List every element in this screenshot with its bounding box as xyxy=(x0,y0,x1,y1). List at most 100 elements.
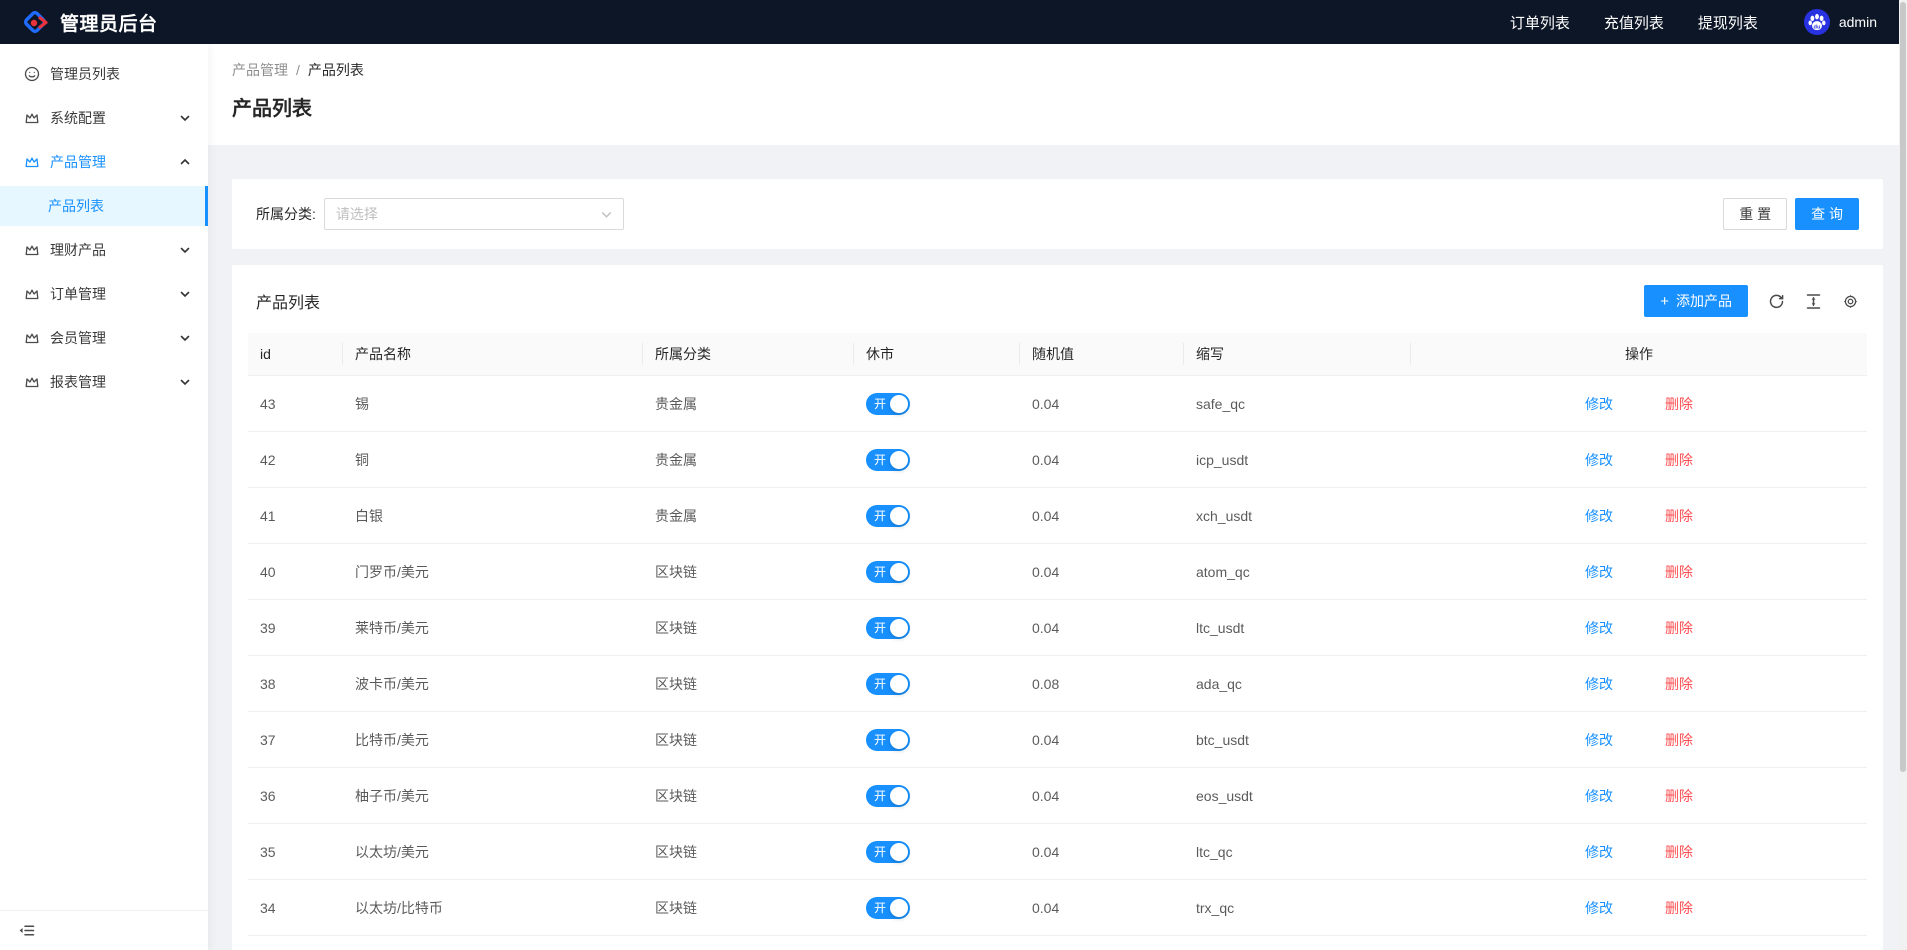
cell-abbr: safe_qc xyxy=(1184,375,1411,432)
delete-link[interactable]: 删除 xyxy=(1665,732,1693,748)
market-switch[interactable]: 开 xyxy=(866,616,910,639)
market-switch[interactable]: 开 xyxy=(866,840,910,863)
delete-link[interactable]: 删除 xyxy=(1665,452,1693,468)
topnav-recharge-list[interactable]: 充值列表 xyxy=(1604,8,1664,37)
sidebar-item-label: 订单管理 xyxy=(50,286,106,302)
crown-icon xyxy=(24,242,40,258)
delete-link[interactable]: 删除 xyxy=(1665,564,1693,580)
delete-link[interactable]: 删除 xyxy=(1665,900,1693,916)
sidebar-item-admin-list[interactable]: 管理员列表 xyxy=(0,54,208,94)
add-product-label: 添加产品 xyxy=(1676,293,1732,309)
topnav-order-list[interactable]: 订单列表 xyxy=(1510,8,1570,37)
col-header-category: 所属分类 xyxy=(643,333,854,376)
reload-icon[interactable] xyxy=(1768,293,1785,310)
delete-link[interactable]: 删除 xyxy=(1665,788,1693,804)
edit-link[interactable]: 修改 xyxy=(1585,732,1613,748)
topnav-withdraw-list[interactable]: 提现列表 xyxy=(1698,8,1758,37)
cell-actions: 修改 删除 xyxy=(1411,767,1867,824)
market-switch[interactable]: 开 xyxy=(866,784,910,807)
product-table: id 产品名称 所属分类 休市 随机值 缩写 操作 43 锡 贵金属 开 0.0… xyxy=(248,333,1867,936)
cell-random: 0.04 xyxy=(1020,767,1184,824)
topbar: 管理员后台 订单列表 充值列表 提现列表 du admin xyxy=(0,0,1907,44)
user-menu[interactable]: du admin xyxy=(1803,9,1877,35)
sidebar-item-product-management[interactable]: 产品管理 xyxy=(0,142,208,182)
table-row: 37 比特币/美元 区块链 开 0.04 btc_usdt 修改 删除 xyxy=(248,711,1867,768)
edit-link[interactable]: 修改 xyxy=(1585,900,1613,916)
market-switch[interactable]: 开 xyxy=(866,728,910,751)
cell-market: 开 xyxy=(854,655,1020,712)
cell-category: 贵金属 xyxy=(643,375,854,432)
switch-knob xyxy=(890,786,908,805)
breadcrumb-current: 产品列表 xyxy=(307,62,364,78)
sidebar-item-order-management[interactable]: 订单管理 xyxy=(0,274,208,314)
chevron-down-icon xyxy=(180,333,190,343)
delete-link[interactable]: 删除 xyxy=(1665,508,1693,524)
add-product-button[interactable]: + 添加产品 xyxy=(1644,285,1748,317)
delete-link[interactable]: 删除 xyxy=(1665,620,1693,636)
switch-on-label: 开 xyxy=(874,508,887,523)
switch-on-label: 开 xyxy=(874,396,887,411)
sidebar-item-member-management[interactable]: 会员管理 xyxy=(0,318,208,358)
sidebar-item-financial-products[interactable]: 理财产品 xyxy=(0,230,208,270)
category-select[interactable]: 请选择 xyxy=(323,198,624,230)
cell-actions: 修改 删除 xyxy=(1411,543,1867,600)
delete-link[interactable]: 删除 xyxy=(1665,844,1693,860)
delete-link[interactable]: 删除 xyxy=(1665,396,1693,412)
switch-knob xyxy=(890,618,908,637)
table-row: 41 白银 贵金属 开 0.04 xch_usdt 修改 删除 xyxy=(248,487,1867,544)
cell-random: 0.04 xyxy=(1020,431,1184,488)
column-height-icon[interactable] xyxy=(1805,293,1822,310)
crown-icon xyxy=(24,330,40,346)
reset-button[interactable]: 重 置 xyxy=(1723,198,1788,230)
username: admin xyxy=(1838,14,1877,30)
edit-link[interactable]: 修改 xyxy=(1585,844,1613,860)
edit-link[interactable]: 修改 xyxy=(1585,452,1613,468)
crown-icon xyxy=(24,286,40,302)
cell-category: 贵金属 xyxy=(643,487,854,544)
cell-random: 0.08 xyxy=(1020,655,1184,712)
cell-id: 43 xyxy=(248,375,343,432)
cell-abbr: trx_qc xyxy=(1184,879,1411,936)
cell-product-name: 比特币/美元 xyxy=(343,711,643,768)
sidebar-item-label: 系统配置 xyxy=(50,110,106,126)
breadcrumb-parent[interactable]: 产品管理 xyxy=(232,60,288,80)
market-switch[interactable]: 开 xyxy=(866,896,910,919)
diamond-logo-icon xyxy=(20,7,50,37)
cell-random: 0.04 xyxy=(1020,879,1184,936)
switch-on-label: 开 xyxy=(874,620,887,635)
app-logo[interactable]: 管理员后台 xyxy=(20,7,158,37)
scrollbar-thumb[interactable] xyxy=(1900,2,1906,772)
edit-link[interactable]: 修改 xyxy=(1585,508,1613,524)
edit-link[interactable]: 修改 xyxy=(1585,788,1613,804)
chevron-down-icon xyxy=(180,245,190,255)
setting-icon[interactable] xyxy=(1842,293,1859,310)
edit-link[interactable]: 修改 xyxy=(1585,564,1613,580)
edit-link[interactable]: 修改 xyxy=(1585,676,1613,692)
table-row: 36 柚子币/美元 区块链 开 0.04 eos_usdt 修改 删除 xyxy=(248,767,1867,824)
cell-id: 39 xyxy=(248,599,343,656)
query-button[interactable]: 查 询 xyxy=(1795,198,1859,230)
sidebar-item-report-management[interactable]: 报表管理 xyxy=(0,362,208,402)
page-header: 产品管理 / 产品列表 产品列表 xyxy=(208,44,1907,145)
market-switch[interactable]: 开 xyxy=(866,392,910,415)
category-filter-label: 所属分类: xyxy=(256,206,316,222)
sidebar-item-label: 理财产品 xyxy=(50,242,106,258)
market-switch[interactable]: 开 xyxy=(866,560,910,583)
market-switch[interactable]: 开 xyxy=(866,504,910,527)
delete-link[interactable]: 删除 xyxy=(1665,676,1693,692)
cell-abbr: btc_usdt xyxy=(1184,711,1411,768)
market-switch[interactable]: 开 xyxy=(866,672,910,695)
cell-market: 开 xyxy=(854,711,1020,768)
edit-link[interactable]: 修改 xyxy=(1585,396,1613,412)
sidebar-item-product-list[interactable]: 产品列表 xyxy=(0,186,208,226)
svg-text:du: du xyxy=(1813,24,1820,30)
edit-link[interactable]: 修改 xyxy=(1585,620,1613,636)
category-select-placeholder: 请选择 xyxy=(335,206,378,222)
sidebar-item-system-config[interactable]: 系统配置 xyxy=(0,98,208,138)
col-header-random: 随机值 xyxy=(1020,333,1184,376)
sidebar-item-label: 会员管理 xyxy=(50,330,106,346)
breadcrumb: 产品管理 / 产品列表 xyxy=(232,60,1883,80)
market-switch[interactable]: 开 xyxy=(866,448,910,471)
cell-id: 42 xyxy=(248,431,343,488)
sidebar-collapse-trigger[interactable] xyxy=(0,910,208,950)
